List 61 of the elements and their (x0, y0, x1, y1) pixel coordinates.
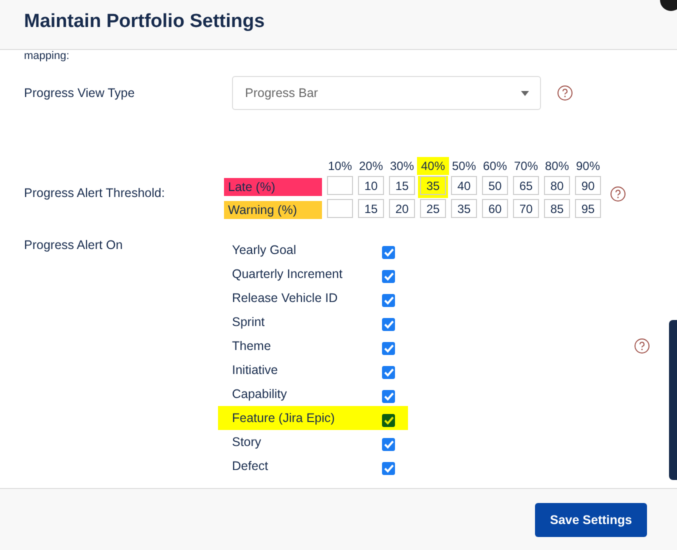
threshold-input[interactable] (327, 176, 353, 195)
threshold-input[interactable]: 60 (482, 199, 508, 218)
caret-icon (521, 90, 529, 96)
column-header: 70% (512, 158, 540, 175)
checkbox[interactable] (382, 246, 395, 258)
threshold-input[interactable]: 20 (389, 199, 415, 218)
column-header: 40% (417, 157, 449, 175)
checkbox[interactable] (382, 294, 395, 306)
column-header: 90% (574, 158, 602, 175)
threshold-input[interactable]: 25 (420, 199, 446, 218)
threshold-input[interactable]: 80 (544, 176, 570, 195)
column-header: 20% (358, 158, 384, 175)
threshold-input[interactable]: 65 (513, 176, 539, 195)
threshold-input[interactable]: 10 (358, 176, 384, 195)
option-label: Sprint (232, 315, 266, 329)
checkbox[interactable] (382, 366, 395, 378)
field-label: Progress Alert Threshold: (24, 186, 166, 200)
checkbox[interactable] (382, 390, 395, 402)
threshold-input[interactable]: 50 (482, 176, 508, 195)
threshold-input[interactable]: 35 (451, 199, 477, 218)
threshold-label: Late (%) (224, 178, 322, 196)
checkbox[interactable] (382, 438, 395, 450)
help-icon[interactable] (610, 186, 626, 202)
field-label: mapping: (24, 50, 70, 62)
option-label: Initiative (232, 363, 279, 377)
option-label: Story (232, 435, 262, 449)
threshold-input[interactable]: 35 (420, 176, 446, 195)
threshold-label: Warning (%) (224, 201, 322, 219)
scrollbar-thumb[interactable] (669, 320, 677, 480)
checkbox[interactable] (382, 414, 395, 426)
threshold-input[interactable]: 40 (451, 176, 477, 195)
checkbox[interactable] (382, 270, 395, 282)
field-label: Progress View Type (24, 86, 136, 100)
checkbox[interactable] (382, 342, 395, 354)
column-header: 80% (544, 158, 570, 175)
help-icon[interactable] (634, 338, 650, 354)
dialog-title: Maintain Portfolio Settings (24, 10, 265, 32)
threshold-input[interactable]: 85 (544, 199, 570, 218)
save-settings-button[interactable]: Save Settings (535, 502, 647, 536)
option-label: Feature (Jira Epic) (232, 411, 336, 425)
option-label: Defect (232, 459, 270, 473)
threshold-input[interactable]: 15 (358, 199, 384, 218)
help-icon[interactable] (557, 85, 573, 101)
column-header: 50% (450, 158, 478, 175)
option-label: Release Vehicle ID (232, 291, 339, 305)
threshold-input[interactable]: 90 (575, 176, 601, 195)
column-header: 30% (388, 158, 416, 175)
field-label: Progress Alert On (24, 238, 124, 252)
checkbox[interactable] (382, 462, 395, 474)
option-label: Yearly Goal (232, 243, 298, 257)
threshold-input[interactable]: 95 (575, 199, 601, 218)
column-header: 10% (326, 158, 354, 175)
threshold-input[interactable]: 70 (513, 199, 539, 218)
threshold-input[interactable] (327, 199, 353, 218)
option-label: Quarterly Increment (232, 267, 344, 281)
checkbox[interactable] (382, 318, 395, 330)
option-label: Capability (232, 387, 288, 401)
view-type-dropdown[interactable]: Progress Bar (232, 76, 541, 110)
threshold-input[interactable]: 15 (389, 176, 415, 195)
column-header: 60% (482, 158, 508, 175)
option-label: Theme (232, 339, 272, 353)
